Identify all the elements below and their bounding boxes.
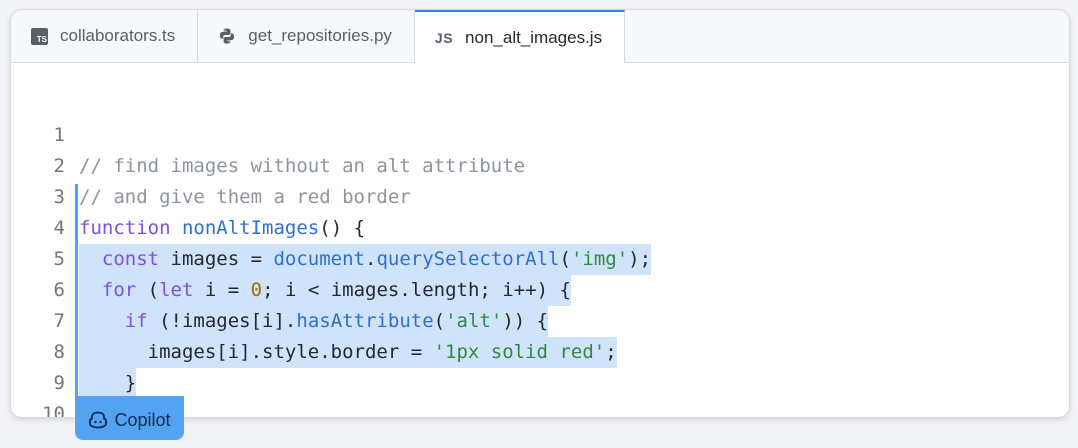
copilot-label: Copilot	[114, 409, 171, 430]
tab-non-alt-images-js[interactable]: JS non_alt_images.js	[414, 10, 626, 63]
code-line-suggested: 6 if (!images[i].hasAttribute('alt')) {	[11, 244, 1069, 337]
python-icon	[220, 28, 235, 44]
code-line-suggested: 5 for (let i = 0; i < images.length; i++…	[11, 213, 1069, 306]
code-line-suggested: 8 }	[11, 306, 1069, 399]
code-line: 3 function nonAltImages() {	[11, 151, 1069, 239]
code-line: 1 // find images without an alt attribut…	[11, 89, 1069, 177]
tab-get-repositories-py[interactable]: get_repositories.py	[198, 10, 415, 62]
code-line: 2 // and give them a red border	[11, 120, 1069, 208]
code-line-suggested: 4 const images = document.querySelectorA…	[11, 182, 1069, 275]
typescript-icon: TS	[31, 27, 48, 45]
tab-label: non_alt_images.js	[465, 27, 603, 47]
javascript-icon: JS	[434, 29, 454, 46]
suggestion-bar	[75, 184, 78, 417]
copilot-icon	[89, 411, 108, 429]
code-line-suggested: 7 images[i].style.border = '1px solid re…	[11, 275, 1069, 368]
code-line-suggested: 9 }	[11, 337, 1069, 417]
tab-label: collaborators.ts	[60, 26, 176, 45]
editor-window: TS collaborators.ts get_repositories.py …	[10, 9, 1070, 418]
code-area[interactable]: 1 // find images without an alt attribut…	[11, 89, 1069, 417]
tab-collaborators-ts[interactable]: TS collaborators.ts	[11, 10, 199, 62]
tab-label: get_repositories.py	[248, 26, 392, 45]
line-number: 10	[42, 403, 65, 418]
copilot-badge[interactable]: Copilot	[75, 396, 184, 440]
code-line-suggested: 10 }	[11, 368, 1069, 417]
tab-bar: TS collaborators.ts get_repositories.py …	[11, 10, 1069, 63]
